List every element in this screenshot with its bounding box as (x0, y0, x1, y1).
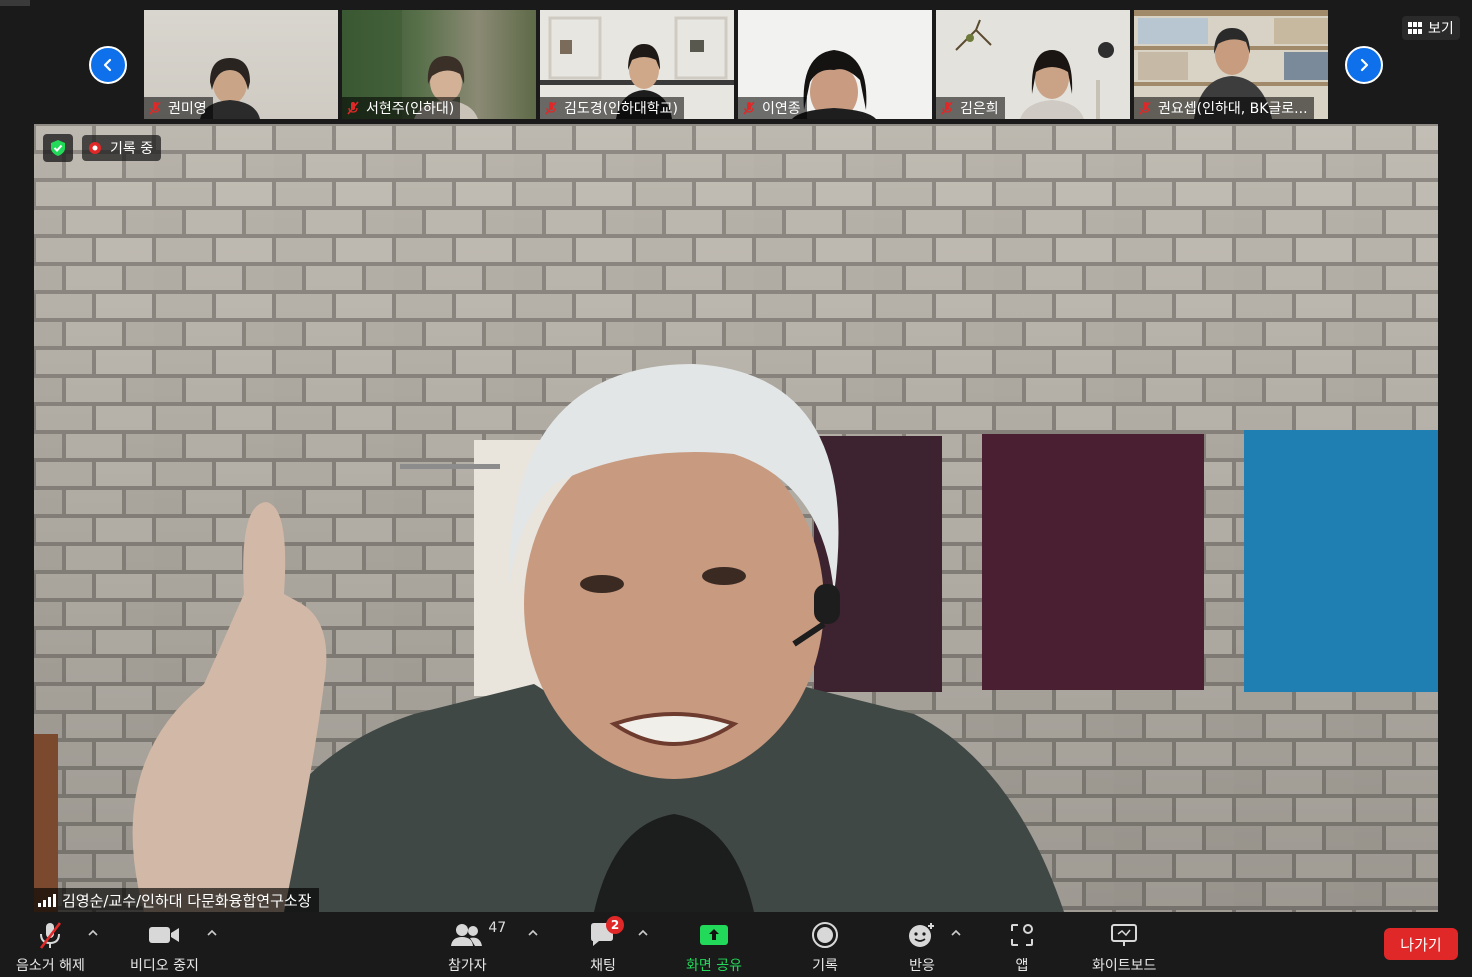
whiteboard-label: 화이트보드 (1092, 958, 1157, 974)
video-label: 비디오 중지 (130, 958, 199, 974)
chat-bubble-icon: 2 (588, 916, 624, 952)
chevron-up-icon (638, 929, 648, 936)
signal-strength-icon (38, 893, 56, 907)
muted-mic-icon (346, 101, 360, 115)
speaker-name-tag: 김영순/교수/인하대 다문화융합연구소장 (34, 888, 320, 912)
record-button[interactable]: 기록 (811, 918, 839, 975)
leave-meeting-button[interactable]: 나가기 (1384, 928, 1458, 960)
recording-indicator[interactable]: 기록 중 (82, 135, 162, 161)
encryption-badge[interactable] (43, 134, 73, 162)
chat-options-caret[interactable] (636, 926, 650, 940)
stop-video-button[interactable]: 비디오 중지 (130, 918, 199, 975)
muted-mic-icon (544, 101, 558, 115)
participant-name: 권요셉(인하대, BK글로... (1158, 101, 1308, 117)
muted-mic-icon (1138, 101, 1152, 115)
chevron-up-icon (88, 929, 98, 936)
window-edge (0, 0, 30, 6)
participant-name-tag: 권요셉(인하대, BK글로... (1134, 97, 1314, 119)
participant-name-tag: 이연종 (738, 97, 807, 119)
participant-name-tag: 권미영 (144, 97, 213, 119)
participant-tile[interactable]: 권요셉(인하대, BK글로... (1134, 10, 1328, 119)
record-dot-icon (89, 142, 101, 154)
muted-mic-icon (148, 101, 162, 115)
reactions-button[interactable]: 반응 (907, 918, 937, 975)
participant-name: 서현주(인하대) (366, 101, 455, 117)
whiteboard-icon (1109, 918, 1139, 952)
unmute-label: 음소거 해제 (16, 958, 85, 974)
reactions-options-caret[interactable] (949, 926, 963, 940)
participant-name: 김도경(인하대학교) (564, 101, 678, 117)
speaker-video-frame (34, 124, 1438, 912)
participants-icon: 47 (450, 918, 506, 952)
whiteboard-button[interactable]: 화이트보드 (1092, 918, 1156, 975)
muted-mic-icon (35, 918, 65, 952)
shield-check-icon (51, 140, 65, 156)
chevron-up-icon (207, 929, 217, 936)
participant-tile[interactable]: 서현주(인하대) (342, 10, 536, 119)
participants-count: 47 (488, 920, 507, 936)
video-camera-icon (148, 918, 180, 952)
meeting-toolbar: 음소거 해제 비디오 중지 47 참가자 2 채팅 화면 공유 기록 반응 앱 … (0, 912, 1472, 977)
apps-icon (1009, 918, 1035, 952)
participant-name-tag: 김도경(인하대학교) (540, 97, 684, 119)
participants-options-caret[interactable] (526, 926, 540, 940)
participant-tile[interactable]: 이연종 (738, 10, 932, 119)
audio-options-caret[interactable] (86, 926, 100, 940)
video-options-caret[interactable] (205, 926, 219, 940)
chat-unread-badge: 2 (606, 916, 624, 934)
participants-button[interactable]: 47 참가자 (448, 918, 506, 975)
smiley-plus-icon (907, 918, 937, 952)
muted-mic-icon (940, 101, 954, 115)
speaker-name: 김영순/교수/인하대 다문화융합연구소장 (62, 891, 312, 910)
active-speaker-video[interactable]: 기록 중 김영순/교수/인하대 다문화융합연구소장 (34, 124, 1438, 912)
share-screen-button[interactable]: 화면 공유 (686, 918, 742, 975)
participant-name: 김은희 (960, 101, 999, 117)
chevron-up-icon (528, 929, 538, 936)
participants-label: 참가자 (448, 958, 487, 974)
recording-label: 기록 중 (110, 141, 154, 157)
participant-name: 권미영 (168, 101, 207, 117)
chat-button[interactable]: 2 채팅 (588, 916, 624, 975)
unmute-button[interactable]: 음소거 해제 (16, 918, 85, 975)
apps-label: 앱 (1015, 958, 1029, 974)
view-mode-label: 보기 (1428, 21, 1454, 37)
meeting-window: 권미영 서현주(인하대) 김도경(인하대학교) 이연종 김은희 권요셉(인하대,… (0, 0, 1472, 977)
thumbnail-next-button[interactable] (1345, 46, 1383, 84)
view-mode-button[interactable]: 보기 (1402, 16, 1460, 40)
participant-tile[interactable]: 김은희 (936, 10, 1130, 119)
chevron-up-icon (951, 929, 961, 936)
participant-name: 이연종 (762, 101, 801, 117)
participant-name-tag: 김은희 (936, 97, 1005, 119)
thumbnail-prev-button[interactable] (89, 46, 127, 84)
reactions-label: 반응 (909, 958, 935, 974)
record-label: 기록 (812, 958, 838, 974)
apps-button[interactable]: 앱 (1009, 918, 1035, 975)
chevron-right-icon (1360, 58, 1369, 72)
share-label: 화면 공유 (686, 958, 742, 974)
participant-name-tag: 서현주(인하대) (342, 97, 461, 119)
muted-mic-icon (742, 101, 756, 115)
chevron-left-icon (103, 58, 112, 72)
participant-tile[interactable]: 권미영 (144, 10, 338, 119)
share-screen-icon (698, 918, 730, 952)
record-icon (811, 918, 839, 952)
grid-icon (1408, 22, 1422, 34)
participant-tile[interactable]: 김도경(인하대학교) (540, 10, 734, 119)
chat-label: 채팅 (590, 958, 616, 974)
